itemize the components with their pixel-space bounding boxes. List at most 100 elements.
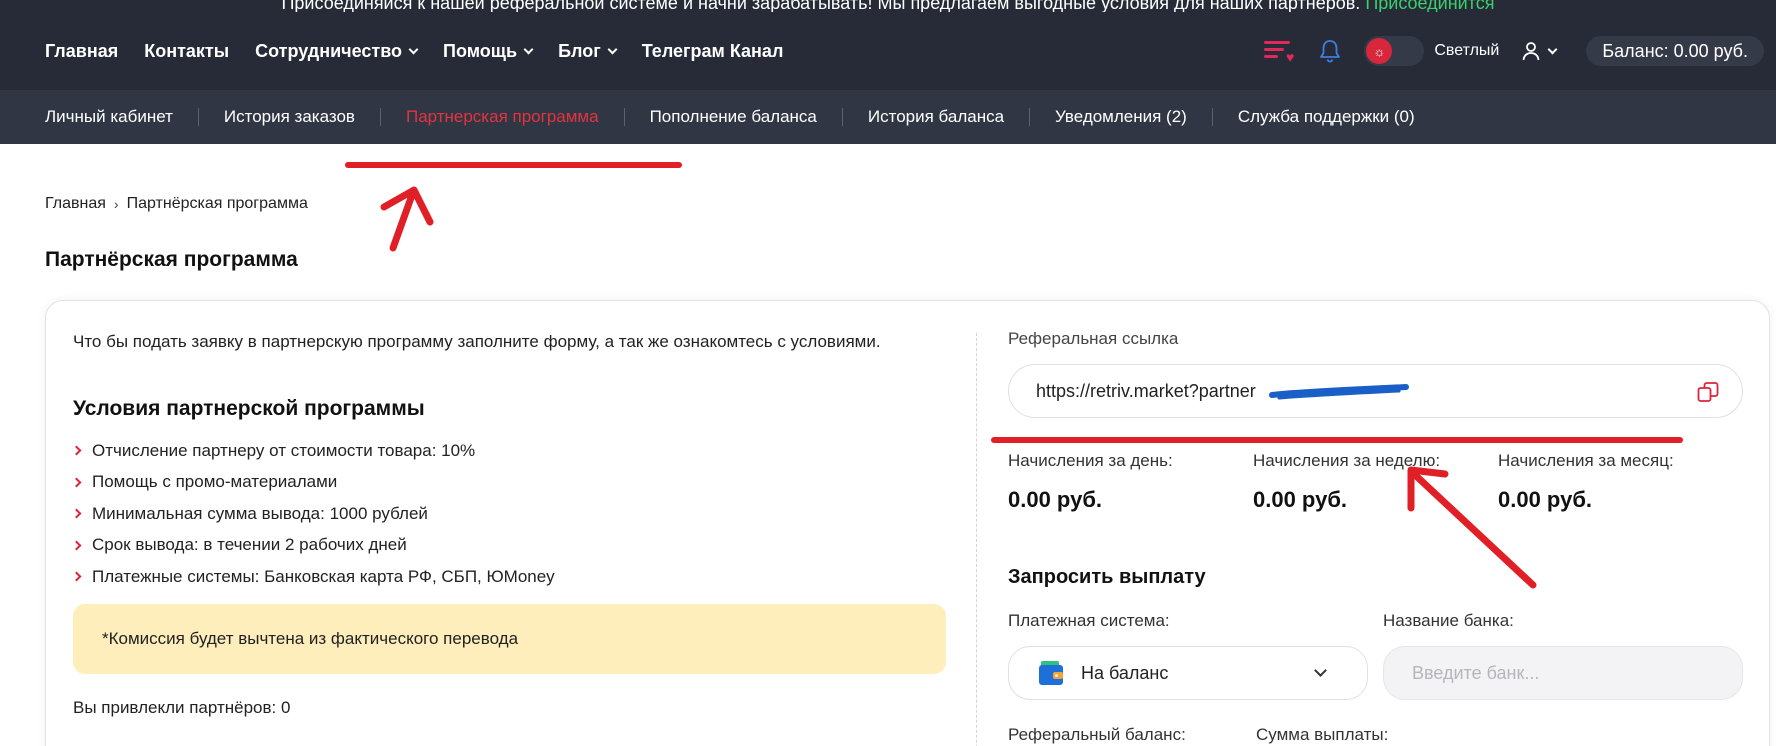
referral-link-label: Реферальная ссылка xyxy=(1008,329,1179,348)
condition-text: Срок вывода: в течении 2 рабочих дней xyxy=(92,535,407,555)
chevron-down-icon xyxy=(1314,664,1327,677)
chevron-down-icon[interactable] xyxy=(1547,44,1558,54)
main-nav-actions: ♥ ☼ Светлый Баланс: 0.00 руб. xyxy=(1264,12,1764,90)
subnav-divider xyxy=(379,108,381,126)
nav-label: Помощь xyxy=(443,40,518,61)
stat-week: Начисления за неделю: 0.00 руб. xyxy=(1253,451,1483,513)
referral-balance-label: Реферальный баланс: xyxy=(1008,725,1186,744)
subnav-divider xyxy=(1211,108,1213,126)
list-item: Срок вывода: в течении 2 рабочих дней xyxy=(71,530,555,562)
balance-pill[interactable]: Баланс: 0.00 руб. xyxy=(1586,36,1764,66)
nav-item-blog[interactable]: Блог xyxy=(558,40,618,62)
subnav-item-top-up[interactable]: Пополнение баланса xyxy=(650,107,817,127)
stat-value: 0.00 руб. xyxy=(1498,487,1593,512)
annotation-underline xyxy=(345,162,682,168)
main-nav-menu: Главная Контакты Сотрудничество Помощь Б… xyxy=(45,12,783,90)
nav-item-cooperation[interactable]: Сотрудничество xyxy=(255,40,419,62)
partner-program-card: Что бы подать заявку в партнерскую прогр… xyxy=(45,300,1770,746)
announcement-bar: Присоединяйся к нашей реферальной систем… xyxy=(0,0,1776,12)
sun-icon: ☼ xyxy=(1366,38,1393,64)
subnav-item-balance-history[interactable]: История баланса xyxy=(868,107,1004,127)
stat-label: Начисления за день: xyxy=(1008,451,1173,470)
subnav-divider xyxy=(841,108,843,126)
redaction-scribble xyxy=(1269,384,1409,400)
conditions-list: Отчисление партнеру от стоимости товара:… xyxy=(71,435,555,593)
payout-title: Запросить выплату xyxy=(1008,566,1206,588)
stat-value: 0.00 руб. xyxy=(1253,487,1348,512)
referral-link-text: https://retriv.market?partner xyxy=(1036,380,1256,401)
wallet-icon xyxy=(1039,661,1063,685)
balance-text: Баланс: 0.00 руб. xyxy=(1602,40,1748,61)
annotation-arrow xyxy=(389,191,416,252)
list-item: Платежные системы: Банковская карта РФ, … xyxy=(71,561,555,593)
nav-item-telegram[interactable]: Телеграм Канал xyxy=(642,41,784,62)
subnav-item-order-history[interactable]: История заказов xyxy=(224,107,355,127)
subnav-divider xyxy=(197,108,199,126)
nav-item-contacts[interactable]: Контакты xyxy=(144,41,229,62)
subnav-item-notifications[interactable]: Уведомления (2) xyxy=(1055,107,1187,127)
stat-label: Начисления за месяц: xyxy=(1498,451,1674,470)
subnav-item-partner-program[interactable]: Партнерская программа xyxy=(406,107,599,127)
chevron-right-icon xyxy=(71,477,82,488)
referral-link-field[interactable]: https://retriv.market?partner xyxy=(1008,364,1743,418)
chevron-right-icon xyxy=(71,445,82,456)
breadcrumb-separator: › xyxy=(113,196,119,212)
bank-name-label: Название банка: xyxy=(1383,611,1514,630)
intro-text: Что бы подать заявку в партнерскую прогр… xyxy=(73,332,881,351)
nav-label: Блог xyxy=(558,40,601,61)
list-item: Помощь с промо-материалами xyxy=(71,467,555,499)
nav-label: Сотрудничество xyxy=(255,40,403,61)
bell-icon[interactable] xyxy=(1318,38,1342,64)
theme-toggle[interactable]: ☼ xyxy=(1364,36,1425,66)
announcement-text: Присоединяйся к нашей реферальной систем… xyxy=(0,0,1776,12)
page-title: Партнёрская программа xyxy=(45,248,298,271)
main-nav: Главная Контакты Сотрудничество Помощь Б… xyxy=(0,12,1776,90)
nav-label: Главная xyxy=(45,40,119,61)
condition-text: Минимальная сумма вывода: 1000 рублей xyxy=(92,503,428,523)
account-subnav: Личный кабинет История заказов Партнерск… xyxy=(0,90,1776,144)
list-item: Отчисление партнеру от стоимости товара:… xyxy=(71,435,555,467)
stat-day: Начисления за день: 0.00 руб. xyxy=(1008,451,1238,513)
breadcrumb-current: Партнёрская программа xyxy=(126,195,308,212)
chevron-down-icon xyxy=(607,44,618,54)
condition-text: Платежные системы: Банковская карта РФ, … xyxy=(92,566,555,586)
commission-notice: *Комиссия будет вычтена из фактического … xyxy=(73,604,946,674)
payment-system-label: Платежная система: xyxy=(1008,611,1170,630)
user-icon[interactable] xyxy=(1521,41,1541,61)
nav-label: Контакты xyxy=(144,40,230,61)
nav-label: Телеграм Канал xyxy=(641,40,784,61)
payout-amount-label: Сумма выплаты: xyxy=(1256,725,1389,744)
condition-text: Отчисление партнеру от стоимости товара:… xyxy=(92,440,476,460)
theme-label: Светлый xyxy=(1434,42,1500,59)
favorites-list-icon[interactable]: ♥ xyxy=(1264,38,1294,64)
subnav-divider xyxy=(1029,108,1031,126)
stat-value: 0.00 руб. xyxy=(1008,487,1103,512)
condition-text: Помощь с промо-материалами xyxy=(92,472,338,492)
stat-month: Начисления за месяц: 0.00 руб. xyxy=(1498,451,1728,513)
nav-item-help[interactable]: Помощь xyxy=(443,40,534,62)
bank-name-input[interactable] xyxy=(1383,646,1743,700)
column-divider xyxy=(976,333,977,746)
subnav-list: Личный кабинет История заказов Партнерск… xyxy=(45,90,1415,144)
subnav-item-account[interactable]: Личный кабинет xyxy=(45,107,173,127)
breadcrumb: Главная › Партнёрская программа xyxy=(45,195,308,213)
payment-system-select[interactable]: На баланс xyxy=(1008,646,1368,700)
copy-icon[interactable] xyxy=(1696,380,1720,404)
breadcrumb-home[interactable]: Главная xyxy=(45,195,106,213)
subnav-divider xyxy=(623,108,625,126)
list-item: Минимальная сумма вывода: 1000 рублей xyxy=(71,498,555,530)
annotation-underline xyxy=(991,437,1683,443)
announcement-join-link[interactable]: Присоединится xyxy=(1365,0,1494,12)
chevron-right-icon xyxy=(71,540,82,551)
conditions-title: Условия партнерской программы xyxy=(73,397,425,420)
notice-text: *Комиссия будет вычтена из фактического … xyxy=(102,629,519,648)
annotation-arrow-head xyxy=(380,186,434,226)
chevron-down-icon xyxy=(523,44,534,54)
attracted-partners-count: Вы привлекли партнёров: 0 xyxy=(73,698,291,717)
stat-label: Начисления за неделю: xyxy=(1253,451,1441,470)
nav-item-home[interactable]: Главная xyxy=(45,41,118,62)
subnav-item-support[interactable]: Служба поддержки (0) xyxy=(1238,107,1415,127)
announcement-message: Присоединяйся к нашей реферальной систем… xyxy=(281,0,1361,12)
payment-system-value: На баланс xyxy=(1081,662,1169,683)
chevron-down-icon xyxy=(408,44,419,54)
